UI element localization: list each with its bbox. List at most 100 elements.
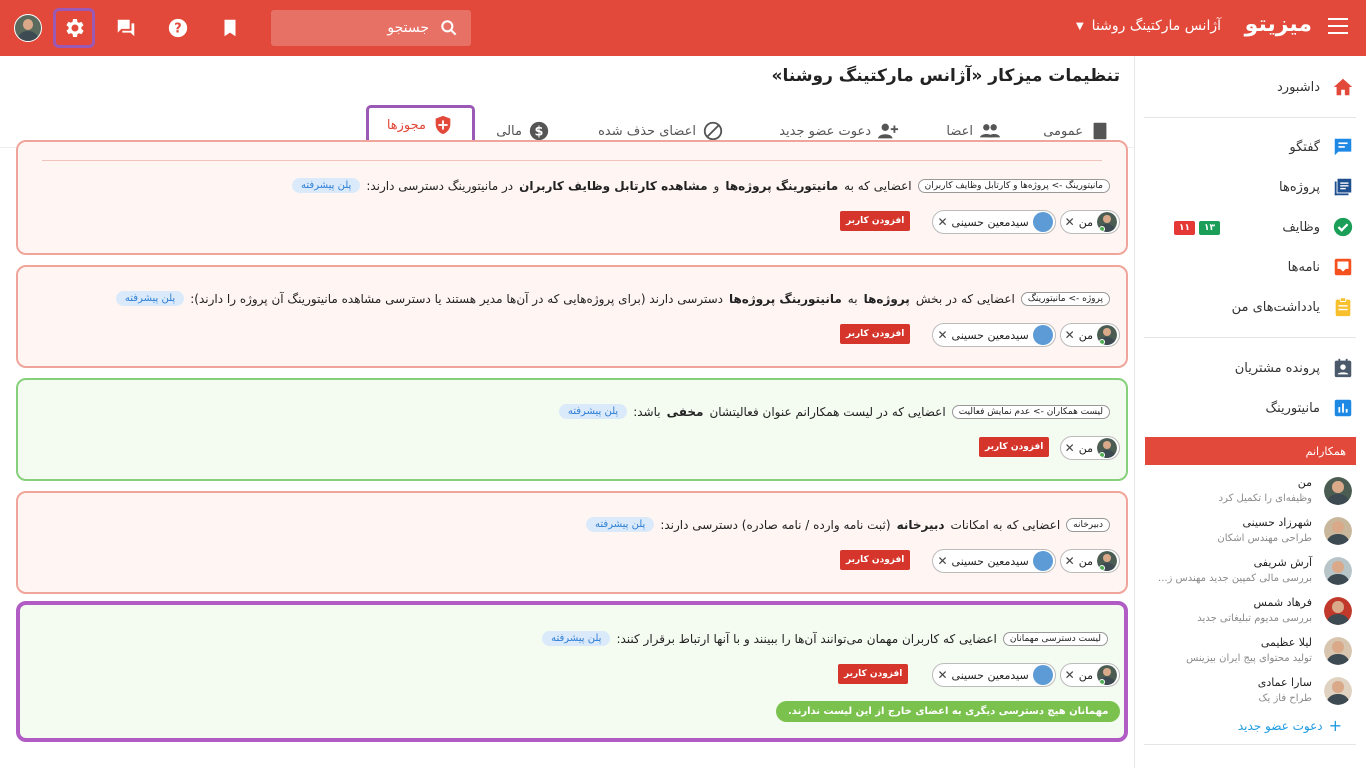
- permission-tag: دبیرخانه: [1066, 517, 1110, 532]
- permission-card-guests: لیست دسترسی مهمانان اعضایی که کاربران مه…: [16, 601, 1128, 742]
- sidebar-item-label: نامه‌ها: [1287, 259, 1320, 275]
- close-icon[interactable]: ✕: [937, 215, 947, 229]
- permission-card: مانیتورینگ -> پروژه‌ها و کارتابل وظایف ک…: [16, 140, 1128, 255]
- plan-badge: پلن پیشرفته: [586, 517, 655, 532]
- colleague-name: من: [1297, 476, 1312, 489]
- colleague-item[interactable]: آرش شریفی بررسی مالی کمپین جدید مهندس ز.…: [1144, 554, 1358, 590]
- colleague-item[interactable]: لیلا عظیمی تولید محتوای پیج ایران بیزینس: [1144, 634, 1358, 670]
- guest-info-note: مهمانان هیچ دسترسی دیگری به اعضای خارج ا…: [776, 701, 1121, 722]
- member-chip[interactable]: سیدمعین حسینی ✕: [932, 323, 1056, 347]
- svg-text:$: $: [535, 125, 544, 140]
- sidebar-item-monitoring[interactable]: مانیتورینگ: [1144, 394, 1354, 422]
- menu-icon[interactable]: [1328, 18, 1348, 34]
- member-name: من: [1078, 441, 1093, 455]
- add-user-button[interactable]: افزودن کاربر: [840, 324, 911, 344]
- shield-icon: [435, 115, 451, 135]
- gear-icon: [66, 19, 84, 37]
- member-chip-me[interactable]: من ✕: [1059, 663, 1120, 687]
- settings-button[interactable]: [53, 8, 95, 48]
- sidebar-item-chat[interactable]: گفتگو: [1144, 133, 1354, 161]
- sidebar-item-label: وظایف: [1282, 219, 1320, 235]
- task-badges: ۱۳ ۱۱: [1174, 221, 1220, 235]
- text: اعضایی که به: [844, 178, 912, 193]
- member-chip-me[interactable]: من ✕: [1059, 549, 1120, 573]
- help-icon[interactable]: ?: [164, 14, 192, 42]
- colleague-item[interactable]: من وظیفه‌ای را تکمیل کرد: [1144, 474, 1358, 510]
- member-chips: من ✕ سیدمعین حسینی ✕: [932, 210, 1120, 234]
- add-user-button[interactable]: افزودن کاربر: [840, 550, 911, 570]
- sidebar-item-notes[interactable]: یادداشت‌های من: [1144, 293, 1354, 321]
- member-name: من: [1078, 668, 1093, 682]
- avatar: [1324, 637, 1352, 665]
- add-user-button[interactable]: افزودن کاربر: [979, 437, 1050, 457]
- close-icon[interactable]: ✕: [937, 554, 947, 568]
- colleague-name: فرهاد شمس: [1253, 596, 1312, 609]
- text: اعضایی که کاربران مهمان می‌توانند آن‌ها …: [616, 631, 997, 646]
- close-icon[interactable]: ✕: [1065, 668, 1075, 682]
- permission-description: لیست همکاران -> عدم نمایش فعالیت اعضایی …: [558, 404, 1110, 419]
- permission-tag: لیست همکاران -> عدم نمایش فعالیت: [951, 404, 1110, 419]
- add-user-button[interactable]: افزودن کاربر: [840, 211, 911, 231]
- overdue-badge: ۱۱: [1174, 221, 1195, 235]
- sidebar-item-letters[interactable]: نامه‌ها: [1144, 253, 1354, 281]
- permission-card: دبیرخانه اعضایی که به امکانات دبیرخانه (…: [16, 491, 1128, 594]
- block-icon: [703, 121, 723, 141]
- close-icon[interactable]: ✕: [1065, 554, 1075, 568]
- brand-logo[interactable]: میزیتو: [1245, 12, 1312, 37]
- member-name: سیدمعین حسینی: [951, 215, 1029, 229]
- avatar: [1324, 557, 1352, 585]
- colleagues-header: همکارانم: [1145, 437, 1356, 465]
- close-icon[interactable]: ✕: [937, 328, 947, 342]
- sidebar-item-customers[interactable]: پرونده مشتریان: [1144, 354, 1354, 382]
- close-icon[interactable]: ✕: [1065, 441, 1075, 455]
- colleague-status: بررسی مالی کمپین جدید مهندس ز...: [1158, 573, 1312, 584]
- permission-card: لیست همکاران -> عدم نمایش فعالیت اعضایی …: [16, 378, 1128, 481]
- colleague-item[interactable]: سارا عمادی طراح فاز یک: [1144, 674, 1358, 710]
- sidebar-item-projects[interactable]: پروژه‌ها: [1144, 173, 1354, 201]
- tab-permissions[interactable]: مجوزها: [365, 105, 475, 145]
- book-icon: [1093, 122, 1107, 140]
- search-box[interactable]: جستجو: [271, 10, 471, 46]
- text: اعضایی که در بخش: [915, 291, 1015, 306]
- colleague-item[interactable]: شهرزاد حسینی طراحی مهندس اشکان: [1144, 514, 1358, 550]
- member-chip[interactable]: سیدمعین حسینی ✕: [932, 210, 1056, 234]
- tab-label: دعوت عضو جدید: [779, 123, 871, 139]
- text-bold: مانیتورینگ پروژه‌ها: [728, 291, 842, 306]
- invite-member-link[interactable]: + دعوت عضو جدید: [1238, 716, 1342, 735]
- chat-icon[interactable]: [112, 14, 140, 42]
- avatar: [1324, 677, 1352, 705]
- check-circle-icon: [1332, 216, 1354, 238]
- add-user-icon: [877, 123, 899, 139]
- tab-label: عمومی: [1043, 123, 1083, 139]
- member-name: من: [1078, 328, 1093, 342]
- member-chip-me[interactable]: من ✕: [1059, 323, 1120, 347]
- permission-card: پروژه -> مانیتورینگ اعضایی که در بخش پرو…: [16, 265, 1128, 368]
- sidebar-item-label: پرونده مشتریان: [1234, 360, 1320, 376]
- sidebar-item-dashboard[interactable]: داشبورد: [1144, 73, 1354, 101]
- member-chip-me[interactable]: من ✕: [1059, 210, 1120, 234]
- search-input[interactable]: جستجو: [387, 20, 429, 36]
- user-avatar[interactable]: [14, 14, 42, 42]
- bookmark-icon[interactable]: [216, 14, 244, 42]
- colleague-item[interactable]: فرهاد شمس بررسی مدیوم تبلیغاتی جدید: [1144, 594, 1358, 630]
- close-icon[interactable]: ✕: [1065, 215, 1075, 229]
- plan-badge: پلن پیشرفته: [292, 178, 361, 193]
- member-chip[interactable]: سیدمعین حسینی ✕: [932, 663, 1056, 687]
- org-selector[interactable]: آژانس مارکتینگ روشنا ▼: [1076, 18, 1221, 34]
- text: اعضایی که به امکانات: [950, 517, 1061, 532]
- close-icon[interactable]: ✕: [1065, 328, 1075, 342]
- member-chip[interactable]: سیدمعین حسینی ✕: [932, 549, 1056, 573]
- colleague-status: طراح فاز یک: [1258, 693, 1312, 704]
- colleague-status: تولید محتوای پیج ایران بیزینس: [1186, 653, 1312, 664]
- colleague-name: شهرزاد حسینی: [1242, 516, 1312, 529]
- close-icon[interactable]: ✕: [937, 668, 947, 682]
- member-chip-me[interactable]: من ✕: [1059, 436, 1120, 460]
- permission-tag: لیست دسترسی مهمانان: [1002, 631, 1108, 646]
- avatar: [1032, 325, 1053, 345]
- member-chips: من ✕ سیدمعین حسینی ✕: [932, 663, 1120, 687]
- avatar: [1032, 212, 1053, 232]
- tab-label: مجوزها: [386, 117, 426, 133]
- sidebar-item-label: داشبورد: [1277, 79, 1320, 95]
- add-user-button[interactable]: افزودن کاربر: [838, 664, 909, 684]
- text-bold: مشاهده کارتابل وظایف کاربران: [519, 178, 708, 193]
